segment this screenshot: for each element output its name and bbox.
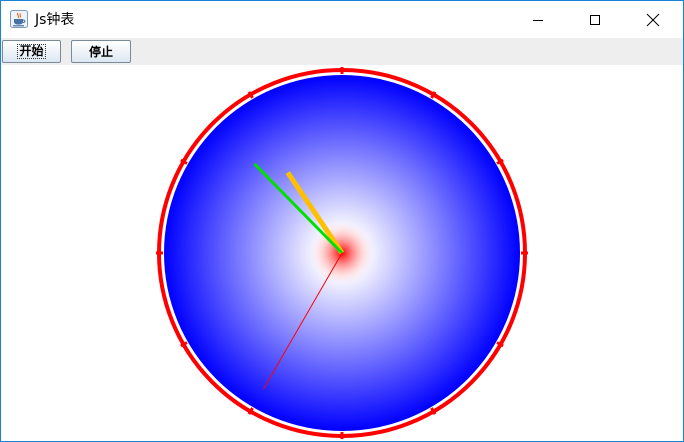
java-cup-icon <box>10 10 28 28</box>
stop-button-label: 停止 <box>88 45 113 59</box>
app-window: Js钟表 开始 停止 <box>0 0 684 442</box>
clock-face <box>156 67 528 439</box>
window-title: Js钟表 <box>35 12 75 28</box>
minimize-button[interactable] <box>515 1 561 38</box>
start-button-label: 开始 <box>17 44 46 59</box>
maximize-button[interactable] <box>572 1 618 38</box>
maximize-icon <box>590 14 600 25</box>
title-bar[interactable]: Js钟表 <box>1 1 683 38</box>
close-button[interactable] <box>630 1 676 38</box>
minimize-icon <box>533 19 543 21</box>
clock-canvas <box>1 65 683 441</box>
start-button[interactable]: 开始 <box>2 40 61 63</box>
toolbar: 开始 停止 <box>1 38 683 65</box>
stop-button[interactable]: 停止 <box>71 40 131 63</box>
close-icon <box>646 13 660 26</box>
